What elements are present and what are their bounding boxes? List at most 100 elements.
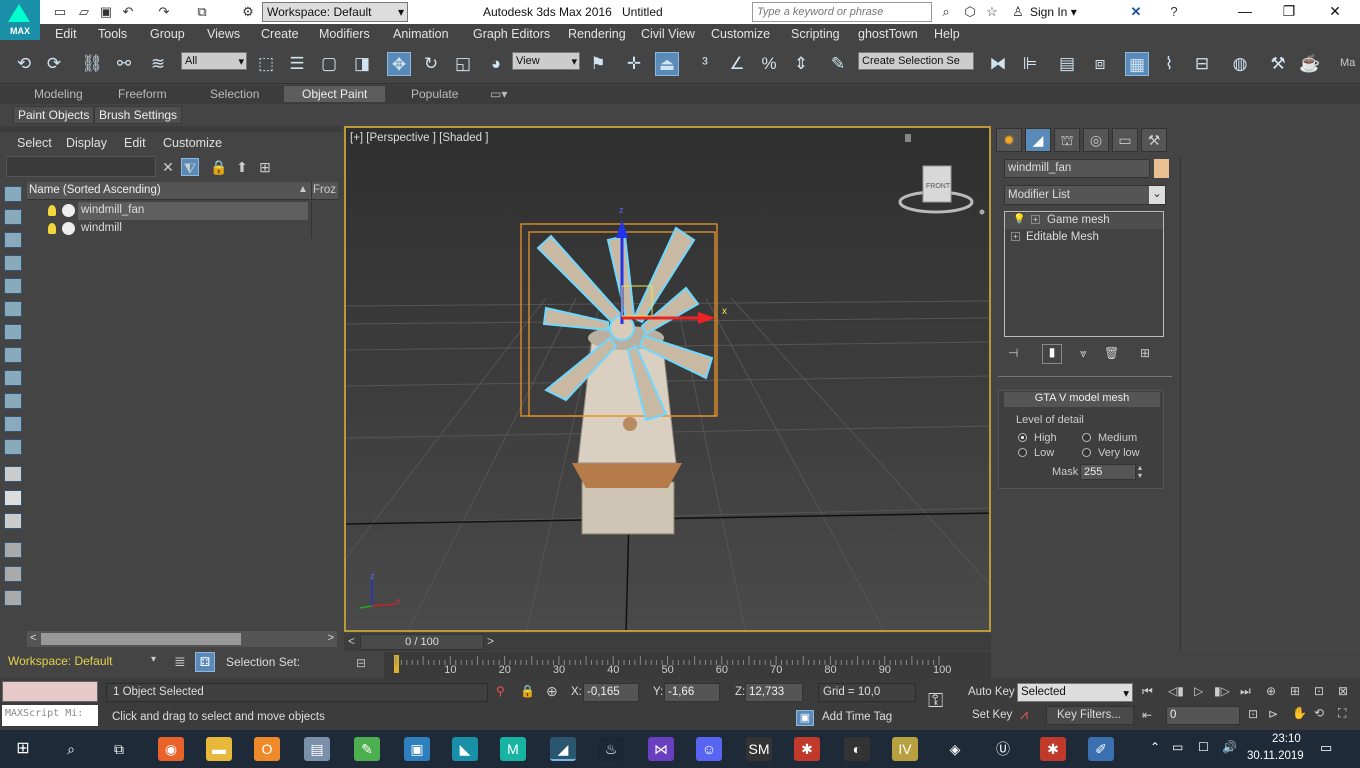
maximize-button[interactable]: ❐ [1274,3,1304,20]
menu-ghosttown[interactable]: ghostTown [858,27,918,41]
display-cameras-icon[interactable] [4,278,22,294]
unreal-icon[interactable]: Ⓤ [990,737,1016,761]
display-lights-icon[interactable] [4,255,22,271]
light-bulb-icon[interactable] [48,205,56,216]
mirror-icon[interactable]: ⧓ [986,52,1010,76]
selection-lock-icon[interactable]: 🔒 [520,684,535,698]
obs-icon[interactable]: ◐ [844,737,870,761]
display-geometry-icon[interactable] [4,209,22,225]
visual-studio-icon[interactable]: ⋈ [648,737,674,761]
set-key-button[interactable]: Set Key [972,709,1012,721]
search-input[interactable]: Type a keyword or phrase [752,2,932,22]
hierarchy-icon[interactable]: ⚃ [195,652,215,672]
orbit-icon[interactable]: ⟲ [1314,706,1324,720]
select-dependents-icon[interactable]: ⊞ [256,158,274,176]
menu-views[interactable]: Views [207,27,240,41]
outlook-icon[interactable]: O [254,737,280,761]
align-icon[interactable]: ⊫ [1018,52,1042,76]
list-item[interactable]: windmill [27,220,338,238]
z-coordinate-field[interactable]: 12,733 [745,683,803,702]
select-by-name-icon[interactable]: ☰ [285,52,309,76]
create-tab-icon[interactable]: ✹ [996,128,1022,152]
select-and-place-icon[interactable]: ◕ [484,52,508,76]
brush-settings-button[interactable]: Brush Settings [94,106,183,124]
angle-snap-icon[interactable]: ∠ [725,52,749,76]
light-bulb-icon[interactable]: 💡 [1013,214,1025,225]
minimize-button[interactable]: — [1230,3,1260,19]
workspace-dropdown[interactable]: Workspace: Default ▾ [262,2,408,22]
unity-icon[interactable]: ◈ [942,737,968,761]
redo-icon[interactable]: ⟳ [42,52,66,76]
remove-modifier-icon[interactable]: 🗑 [1104,346,1119,360]
named-selection-sets-dropdown[interactable]: Create Selection Se [858,52,974,70]
selection-filter-dropdown[interactable]: All ▾ [181,52,247,70]
firefox-icon[interactable]: ◉ [158,737,184,761]
ribbon-options-icon[interactable]: ▭▾ [490,87,507,101]
search-icon[interactable]: ⌕ [58,737,84,761]
key-filters-button[interactable]: Key Filters... [1046,706,1134,725]
select-object-icon[interactable]: ⬚ [254,52,278,76]
invert-display-icon[interactable] [4,513,22,529]
render-teapot-icon[interactable]: ☕ [1298,52,1322,76]
pivot-center-icon[interactable]: ⚑ [586,52,610,76]
sign-in-link[interactable]: Sign In ▾ [1030,5,1077,19]
zoom-extents-icon[interactable]: ⊡ [1314,684,1324,698]
undo-icon[interactable]: ⟲ [12,52,36,76]
display-none-icon[interactable] [4,186,22,202]
clock-date[interactable]: 30.11.2019 [1247,750,1304,762]
lod-high-radio[interactable] [1018,433,1027,442]
viewport-label[interactable]: [+] [Perspective ] [Shaded ] [350,132,488,144]
material-editor-icon[interactable]: ◍ [1228,52,1252,76]
menu-graph-editors[interactable]: Graph Editors [473,27,550,41]
object-name-field[interactable]: windmill_fan [1004,159,1150,178]
time-prev-button[interactable]: < [348,634,355,648]
tab-object-paint[interactable]: Object Paint [284,86,386,102]
select-and-rotate-icon[interactable]: ↻ [419,52,443,76]
bind-space-warp-icon[interactable]: ≋ [146,52,170,76]
explorer-search-input[interactable] [6,156,156,177]
stack-item-editable-mesh[interactable]: + Editable Mesh [1005,230,1163,246]
go-to-start-icon[interactable]: ⏮ [1142,684,1153,699]
save-icon[interactable]: ▣ [98,4,114,20]
undo-icon[interactable]: ↶ [120,4,136,20]
perspective-viewport[interactable]: [+] [Perspective ] [Shaded ] FRONT x z z… [344,126,991,632]
key-mode-toggle-icon[interactable]: ⇤ [1142,708,1152,722]
hierarchy-tab-icon[interactable]: ⛫ [1054,128,1080,152]
close-button[interactable]: ✕ [1320,3,1350,20]
go-to-end-icon[interactable]: ⏭ [1240,684,1251,699]
openiv-icon[interactable]: IV [892,737,918,761]
notifications-icon[interactable]: ▭ [1320,740,1332,756]
show-end-result-icon[interactable]: ▮ [1042,344,1062,364]
link-icon[interactable]: ⛓ [80,52,104,76]
exchange-icon[interactable]: ✕ [1128,4,1144,20]
maxscript-mini-listener[interactable]: MAXScript Mi: [2,705,98,726]
stack-item-game-mesh[interactable]: 💡 + Game mesh [1005,213,1163,229]
scroll-left-icon[interactable]: < [30,632,36,644]
tab-modeling[interactable]: Modeling [34,87,83,101]
keyboard-shortcut-override-icon[interactable]: ⏏ [655,52,679,76]
percent-snap-icon[interactable]: % [757,52,781,76]
paint-icon[interactable]: ✐ [1088,737,1114,761]
window-crossing-icon[interactable]: ◨ [350,52,374,76]
explorer-menu-edit[interactable]: Edit [124,136,146,150]
zoom-extents-all-icon[interactable]: ⊠ [1338,684,1348,698]
tray-chevron-icon[interactable]: ⌃ [1150,740,1160,754]
expand-icon[interactable]: + [1031,215,1040,224]
user-icon[interactable]: ♙ [1010,4,1026,20]
maya-icon[interactable]: M [500,737,526,761]
time-slider-thumb[interactable]: 0 / 100 [360,634,484,650]
scroll-right-icon[interactable]: > [328,632,334,644]
mask-spinner[interactable]: ▴ ▾ [1138,464,1142,480]
layer-explorer-icon[interactable]: ▤ [1055,52,1079,76]
menu-modifiers[interactable]: Modifiers [319,27,370,41]
motion-tab-icon[interactable]: ◎ [1083,128,1109,152]
curve-editor-icon[interactable]: ⌇ [1157,52,1181,76]
app-icon[interactable]: ✱ [1040,737,1066,761]
steam-icon[interactable]: ♨ [598,737,624,761]
menu-edit[interactable]: Edit [55,27,77,41]
display-tab-icon[interactable]: ▭ [1112,128,1138,152]
add-time-tag-button[interactable]: Add Time Tag [822,711,892,723]
notepad-icon[interactable]: ✎ [354,737,380,761]
maximize-viewport-icon[interactable]: ⛶ [1338,706,1346,721]
menu-group[interactable]: Group [150,27,185,41]
